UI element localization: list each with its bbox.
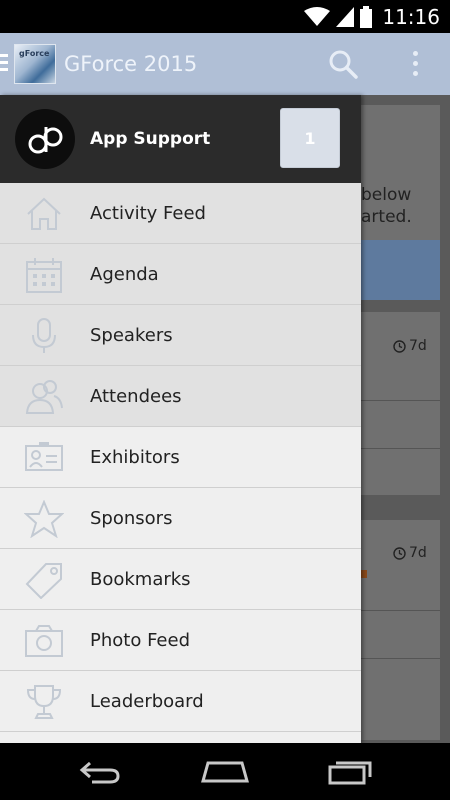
microphone-icon [32, 318, 56, 353]
post-time-label: 7d [409, 338, 427, 354]
accent-mark [361, 570, 367, 578]
menu-item-label: Photo Feed [90, 630, 191, 651]
menu-item-leaderboard[interactable]: Leaderboard [0, 671, 361, 732]
menu-item-label: Speakers [90, 325, 173, 346]
overflow-menu-icon[interactable] [410, 51, 420, 81]
welcome-text-line1: below [361, 185, 412, 205]
hamburger-icon[interactable] [0, 54, 8, 75]
menu-item-attendees[interactable]: Attendees [0, 366, 361, 427]
tag-icon [25, 563, 62, 599]
camera-icon [25, 625, 63, 657]
clock-icon [393, 339, 406, 353]
menu-item-label: Agenda [90, 264, 159, 285]
drawer-menu: Activity Feed Agenda Speakers Attendees … [0, 183, 361, 732]
app-logo: gForce [14, 44, 56, 84]
get-started-button[interactable] [350, 240, 440, 300]
status-time: 11:16 [382, 4, 440, 29]
post-time: 7d [393, 338, 427, 354]
post-time-label: 7d [409, 545, 427, 561]
recent-apps-icon[interactable] [328, 757, 374, 785]
signal-icon [336, 6, 355, 27]
clock-icon [393, 546, 406, 560]
system-nav-bar [0, 743, 450, 800]
menu-item-label: Sponsors [90, 508, 173, 529]
trophy-icon [26, 685, 62, 719]
menu-item-label: Bookmarks [90, 569, 191, 590]
star-icon [24, 500, 64, 538]
divider [360, 448, 440, 449]
menu-item-exhibitors[interactable]: Exhibitors [0, 427, 361, 488]
wifi-icon [304, 6, 331, 26]
status-icons: 11:16 [304, 4, 440, 29]
divider [360, 400, 440, 401]
menu-item-agenda[interactable]: Agenda [0, 244, 361, 305]
menu-item-label: Leaderboard [90, 691, 204, 712]
menu-item-speakers[interactable]: Speakers [0, 305, 361, 366]
brand-logo [15, 109, 75, 169]
brand-logo-icon [28, 127, 63, 154]
app-logo-text: gForce [19, 49, 50, 58]
home-button-icon[interactable] [200, 757, 250, 785]
divider [360, 610, 440, 611]
notification-badge[interactable]: 1 [280, 108, 340, 168]
post-time: 7d [393, 545, 427, 561]
home-icon [27, 197, 61, 230]
menu-item-activity-feed[interactable]: Activity Feed [0, 183, 361, 244]
search-icon[interactable] [328, 49, 358, 79]
battery-icon [360, 5, 373, 28]
navigation-drawer: App Support 1 Activity Feed Agenda Speak… [0, 95, 361, 743]
menu-item-bookmarks[interactable]: Bookmarks [0, 549, 361, 610]
app-bar: gForce GForce 2015 [0, 33, 450, 95]
calendar-icon [26, 258, 62, 293]
menu-item-sponsors[interactable]: Sponsors [0, 488, 361, 549]
menu-item-label: Activity Feed [90, 203, 206, 224]
back-icon[interactable] [78, 757, 122, 785]
welcome-text-line2: arted. [361, 207, 412, 227]
status-bar: 11:16 [0, 0, 450, 33]
people-icon [25, 380, 63, 414]
drawer-header[interactable]: App Support 1 [0, 95, 361, 183]
welcome-card [350, 105, 440, 250]
menu-item-photo-feed[interactable]: Photo Feed [0, 610, 361, 671]
menu-item-label: Attendees [90, 386, 182, 407]
menu-item-label: Exhibitors [90, 447, 180, 468]
app-title: GForce 2015 [64, 52, 198, 76]
divider [360, 658, 440, 659]
id-card-icon [25, 442, 63, 471]
brand-name: App Support [90, 129, 211, 149]
